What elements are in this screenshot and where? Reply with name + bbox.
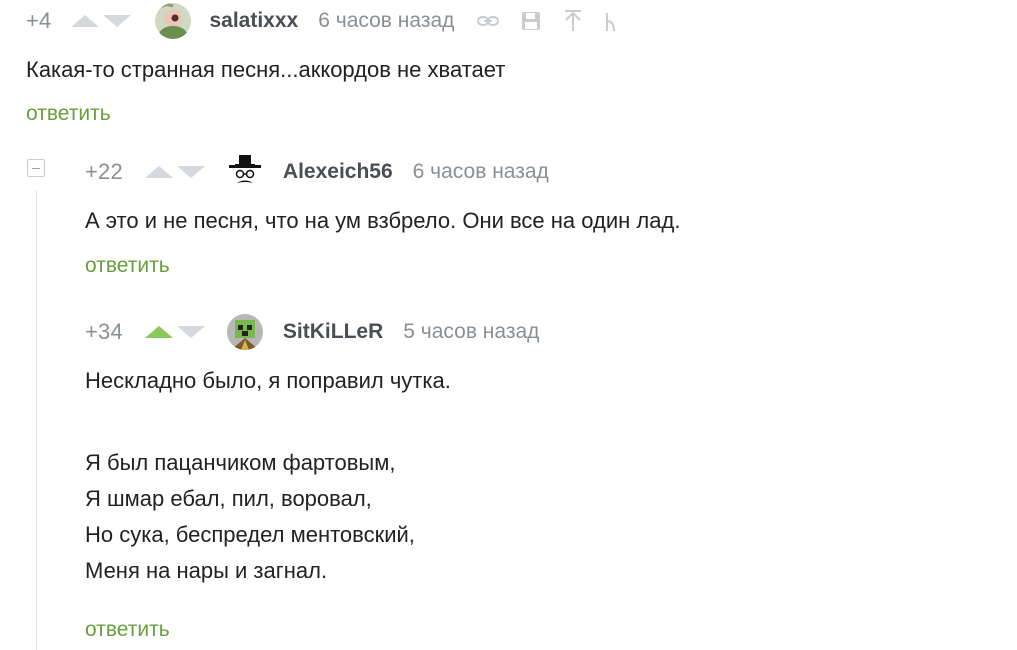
upvote-icon[interactable] xyxy=(71,15,100,27)
reply-link[interactable]: ответить xyxy=(85,618,170,642)
comment-body: А это и не песня, что на ум взбрело. Они… xyxy=(85,203,680,239)
comment-header: +22 Alexeich56 6 часов назад xyxy=(85,154,549,190)
comment-line: Какая-то странная песня...аккордов не хв… xyxy=(26,57,506,82)
username[interactable]: Alexeich56 xyxy=(283,160,393,184)
comments-page: +4 salatixxx 6 часов назад Какая-то стра… xyxy=(0,0,1017,650)
comment-rating: +34 xyxy=(85,319,123,344)
comment-rating: +4 xyxy=(26,8,52,33)
reply-link[interactable]: ответить xyxy=(26,102,111,126)
comment-line: Меня на нары и загнал. xyxy=(85,558,328,583)
collapse-thread-button[interactable] xyxy=(27,159,45,177)
link-icon[interactable] xyxy=(476,9,500,33)
upload-icon[interactable] xyxy=(562,9,584,33)
comment-line: А это и не песня, что на ум взбрело. Они… xyxy=(85,208,681,233)
downvote-icon[interactable] xyxy=(176,166,205,178)
comment-time: 6 часов назад xyxy=(412,160,549,183)
avatar[interactable] xyxy=(155,3,192,39)
upvote-icon[interactable] xyxy=(144,326,173,338)
comment-body: Какая-то странная песня...аккордов не хв… xyxy=(26,52,505,88)
comment-tools xyxy=(476,9,618,33)
vote-controls xyxy=(144,166,205,178)
avatar[interactable] xyxy=(226,154,263,190)
comment-header: +34 SitKiLLeR 5 часов назад xyxy=(85,314,540,350)
avatar[interactable] xyxy=(226,314,263,350)
thread-line xyxy=(36,190,37,650)
comment-rating: +22 xyxy=(85,159,123,184)
comment-header: +4 salatixxx 6 часов назад xyxy=(26,3,618,39)
comment-line: Я был пацанчиком фартовым, xyxy=(85,450,396,475)
upvote-icon[interactable] xyxy=(144,166,173,178)
comment-body: Нескладно было, я поправил чутка. Я был … xyxy=(85,363,451,589)
comment-time: 5 часов назад xyxy=(403,320,540,343)
comment-line: Нескладно было, я поправил чутка. xyxy=(85,368,451,393)
vote-controls xyxy=(71,15,132,27)
comment-line: Но сука, беспредел ментовский, xyxy=(85,522,415,547)
save-icon[interactable] xyxy=(520,10,542,32)
comment-blank-line xyxy=(85,399,451,445)
branch-icon[interactable] xyxy=(604,9,618,33)
downvote-icon[interactable] xyxy=(103,15,132,27)
comment-line: Я шмар ебал, пил, воровал, xyxy=(85,486,372,511)
username[interactable]: SitKiLLeR xyxy=(283,320,383,344)
comment-time: 6 часов назад xyxy=(318,9,455,32)
downvote-icon[interactable] xyxy=(176,326,205,338)
reply-link[interactable]: ответить xyxy=(85,254,170,278)
vote-controls xyxy=(144,326,205,338)
username[interactable]: salatixxx xyxy=(209,9,298,33)
